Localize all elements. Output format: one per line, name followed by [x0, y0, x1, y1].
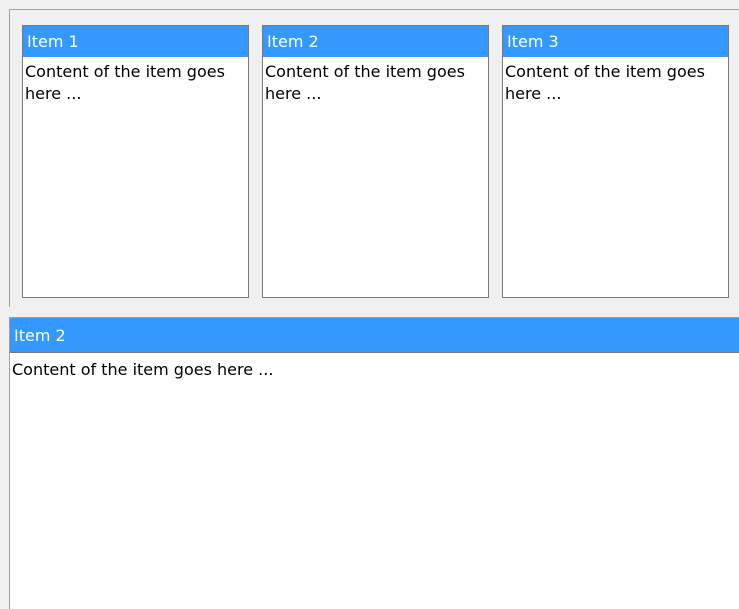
item-card-3[interactable]: Item 3 Content of the item goes here ...	[502, 25, 729, 298]
item-card-content: Content of the item goes here ...	[25, 62, 225, 103]
item-card-content: Content of the item goes here ...	[265, 62, 465, 103]
item-card-2[interactable]: Item 2 Content of the item goes here ...	[262, 25, 489, 298]
item-card-content: Content of the item goes here ...	[505, 62, 705, 103]
detail-title: Item 2	[10, 318, 739, 353]
app-root: Item 1 Content of the item goes here ...…	[0, 0, 739, 609]
item-card-1[interactable]: Item 1 Content of the item goes here ...	[22, 25, 249, 298]
item-card-title: Item 2	[263, 26, 488, 57]
detail-content: Content of the item goes here ...	[12, 360, 274, 379]
item-list-panel: Item 1 Content of the item goes here ...…	[9, 9, 739, 307]
item-card-title: Item 3	[503, 26, 728, 57]
item-detail-panel: Item 2 Content of the item goes here ...	[9, 317, 739, 609]
item-card-title: Item 1	[23, 26, 248, 57]
